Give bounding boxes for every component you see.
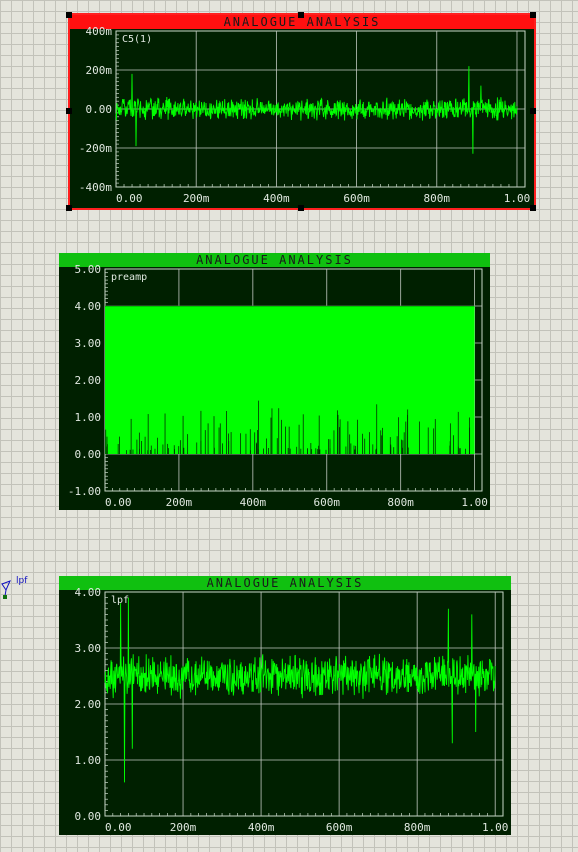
resize-handle[interactable]: [66, 12, 72, 18]
y-tick-label: 0.00: [75, 448, 102, 461]
y-tick-label: 4.00: [75, 300, 102, 313]
probe-label: lpf: [16, 576, 28, 586]
y-tick-label: 3.00: [75, 642, 102, 655]
x-tick-label: 1.00: [482, 821, 509, 834]
y-tick-label: 400m: [86, 25, 113, 38]
x-tick-label: 400m: [263, 192, 290, 205]
x-tick-label: 800m: [387, 496, 414, 509]
y-tick-label: 1.00: [75, 411, 102, 424]
resize-handle[interactable]: [66, 108, 72, 114]
x-tick-label: 0.00: [116, 192, 143, 205]
x-tick-label: 200m: [170, 821, 197, 834]
y-tick-label: -1.00: [68, 485, 101, 498]
graph-plot-2: 5.00 4.00 3.00 2.00 1.00 0.00 -1.00 0.00 200m 400…: [68, 263, 488, 509]
y-tick-label: -200m: [79, 142, 112, 155]
trace-label: C5(1): [122, 34, 152, 45]
y-tick-label: -400m: [79, 181, 112, 194]
x-tick-label: 600m: [314, 496, 341, 509]
y-tick-label: 0.00: [86, 103, 113, 116]
x-tick-label: 800m: [404, 821, 431, 834]
resize-handle[interactable]: [298, 12, 304, 18]
schematic-canvas[interactable]: { "probe": { "label": "lpf" }, "graphs":…: [0, 0, 578, 852]
series-trace: [104, 597, 496, 783]
y-tick-label: 3.00: [75, 337, 102, 350]
trace-label: lpf: [111, 595, 129, 606]
y-tick-label: 1.00: [75, 754, 102, 767]
graph-plot-1: 400m 200m 0.00 -200m -400m 0.00 200m 400m 600m 80…: [79, 25, 530, 205]
trace-label: preamp: [111, 272, 147, 283]
x-tick-label: 600m: [326, 821, 353, 834]
analogue-graph-1[interactable]: ANALOGUE ANALYSIS 400m 200m 0.00 -200m -400m…: [68, 13, 536, 210]
y-tick-label: 2.00: [75, 698, 102, 711]
x-tick-label: 1.00: [504, 192, 530, 205]
x-tick-label: 200m: [166, 496, 193, 509]
resize-handle[interactable]: [298, 205, 304, 211]
analogue-graph-2[interactable]: ANALOGUE ANALYSIS 5.00 4.00 3.00 2.00 1.00 0.…: [59, 253, 490, 510]
x-tick-label: 1.00: [461, 496, 488, 509]
resize-handle[interactable]: [530, 205, 536, 211]
resize-handle[interactable]: [530, 108, 536, 114]
x-tick-label: 0.00: [105, 496, 132, 509]
x-tick-label: 800m: [424, 192, 451, 205]
graph-plot-3: 4.00 3.00 2.00 1.00 0.000.00 200m 400m 600m 800m…: [75, 586, 509, 834]
x-tick-label: 400m: [240, 496, 267, 509]
y-tick-label: 4.00: [75, 586, 102, 599]
x-tick-label: 400m: [248, 821, 275, 834]
resize-handle[interactable]: [530, 12, 536, 18]
x-tick-label: 0.00: [105, 821, 132, 834]
resize-handle[interactable]: [66, 205, 72, 211]
analogue-graph-3[interactable]: ANALOGUE ANALYSIS 4.00 3.00 2.00 1.00 0.00 0.…: [59, 576, 511, 835]
x-tick-label: 600m: [343, 192, 370, 205]
y-tick-label: 5.00: [75, 263, 102, 276]
series-trace: [115, 66, 518, 154]
y-tick-label: 0.00: [75, 810, 102, 823]
x-tick-label: 200m: [183, 192, 210, 205]
y-tick-label: 2.00: [75, 374, 102, 387]
y-tick-label: 200m: [86, 64, 113, 77]
